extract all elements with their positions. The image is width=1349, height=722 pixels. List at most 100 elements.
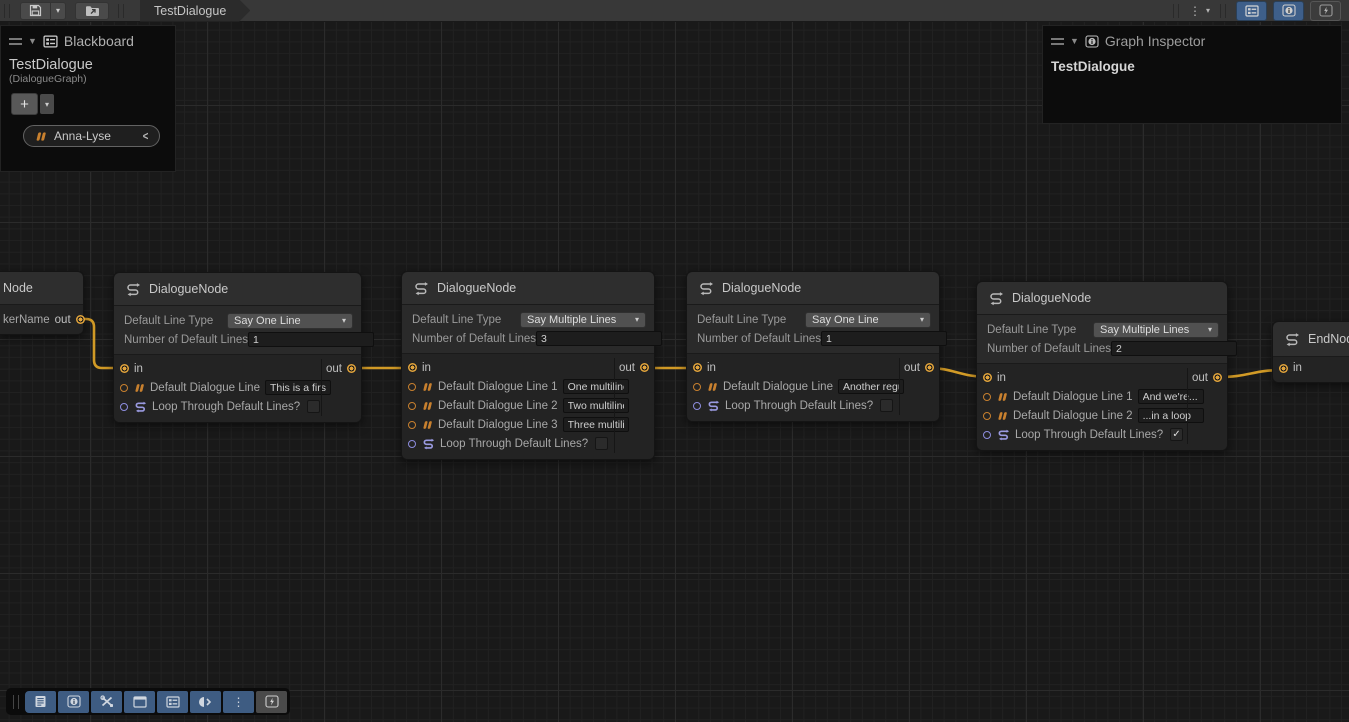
in-port[interactable] [1279, 364, 1288, 373]
dialogue-line-port[interactable] [120, 384, 128, 392]
number-of-default-lines-input[interactable] [248, 332, 374, 347]
toolbar-grip[interactable] [4, 4, 10, 18]
add-property-button[interactable]: + [11, 93, 38, 115]
loop-port[interactable] [120, 403, 128, 411]
panel-title: Blackboard [64, 33, 134, 49]
in-port[interactable] [983, 373, 992, 382]
blackboard-property-row[interactable]: Anna-Lyse < [23, 125, 160, 147]
dialogue-node-3[interactable]: DialogueNode Default Line Type Say One L… [686, 271, 940, 422]
loop-checkbox[interactable] [880, 399, 893, 412]
loop-port[interactable] [408, 440, 416, 448]
default-line-type-dropdown[interactable]: Say One Line ▾ [227, 313, 353, 329]
collapse-left-icon[interactable]: < [143, 129, 149, 143]
loop-checkbox[interactable] [307, 400, 320, 413]
tools-button[interactable] [91, 691, 122, 713]
out-port[interactable] [1213, 373, 1222, 382]
loop-checkbox[interactable]: ✓ [1170, 428, 1183, 441]
node-title-bar[interactable]: EndNode [1273, 322, 1349, 357]
kebab-icon: ⋮ [233, 696, 245, 708]
toolbar-grip[interactable] [13, 695, 19, 709]
dialogue-node-2[interactable]: DialogueNode Default Line Type Say Multi… [401, 271, 655, 460]
notes-button[interactable] [25, 691, 56, 713]
dialogue-line-port[interactable] [408, 421, 416, 429]
blackboard-icon [166, 696, 180, 708]
quote-icon [421, 420, 433, 430]
chevron-down-icon: ▾ [920, 315, 924, 324]
toggle-preview-button[interactable] [1310, 1, 1341, 21]
tools-icon [100, 695, 114, 708]
node-title-bar[interactable]: Node [0, 272, 83, 305]
port-label: Default Dialogue Line 2 [438, 400, 558, 412]
open-asset-button[interactable] [75, 2, 109, 20]
inspector-header[interactable]: ▼ Graph Inspector [1043, 26, 1341, 53]
preview-button[interactable] [190, 691, 221, 713]
speaker-node-partial[interactable]: Node kerName out [0, 271, 84, 335]
dialogue-node-1[interactable]: DialogueNode Default Line Type Say One L… [113, 272, 362, 423]
out-port[interactable] [347, 364, 356, 373]
quote-icon [421, 401, 433, 411]
inspector-button[interactable] [58, 691, 89, 713]
number-of-default-lines-input[interactable] [536, 331, 662, 346]
loop-port[interactable] [693, 402, 701, 410]
save-button[interactable] [20, 2, 50, 20]
blackboard-header[interactable]: ▼ Blackboard [1, 26, 175, 53]
toggle-inspector-button[interactable] [1273, 1, 1304, 21]
chevron-down-icon: ▾ [1208, 325, 1212, 334]
node-title-bar[interactable]: DialogueNode [687, 272, 939, 305]
out-label: out [1192, 372, 1208, 384]
out-port[interactable] [640, 363, 649, 372]
collapse-arrow-icon[interactable]: ▼ [1070, 36, 1079, 46]
collapse-arrow-icon[interactable]: ▼ [28, 36, 37, 46]
quote-icon [996, 411, 1008, 421]
out-label: out [619, 362, 635, 374]
number-of-default-lines-input[interactable] [821, 331, 947, 346]
spark-button[interactable] [256, 691, 287, 713]
in-port[interactable] [693, 363, 702, 372]
dialogue-line-port[interactable] [693, 383, 701, 391]
dialogue-line-port[interactable] [408, 383, 416, 391]
chevron-down-icon: ▾ [56, 6, 60, 15]
window-button[interactable] [124, 691, 155, 713]
default-line-type-dropdown[interactable]: Say One Line ▾ [805, 312, 931, 328]
default-line-type-dropdown[interactable]: Say Multiple Lines ▾ [1093, 322, 1219, 338]
node-title: DialogueNode [722, 281, 801, 295]
default-line-type-label: Default Line Type [412, 314, 501, 326]
dropdown-value: Say One Line [234, 315, 301, 327]
node-title-bar[interactable]: DialogueNode [114, 273, 361, 306]
loop-port[interactable] [983, 431, 991, 439]
info-icon [1282, 4, 1296, 17]
graph-type: (DialogueGraph) [1, 73, 175, 85]
out-port[interactable] [76, 315, 85, 324]
drag-handle-icon[interactable] [1051, 38, 1064, 45]
tab-testdialogue[interactable]: TestDialogue [140, 0, 250, 22]
graph-options-button[interactable]: ⋮ ▾ [1183, 5, 1216, 17]
blackboard-icon [1245, 5, 1259, 17]
out-port[interactable] [925, 363, 934, 372]
in-port[interactable] [120, 364, 129, 373]
dialogue-line-input[interactable] [838, 379, 904, 394]
save-dropdown-button[interactable]: ▾ [50, 2, 66, 20]
blackboard-button[interactable] [157, 691, 188, 713]
loop-checkbox[interactable] [595, 437, 608, 450]
default-line-type-label: Default Line Type [124, 315, 213, 327]
in-label: in [1293, 362, 1302, 374]
dialogue-node-4[interactable]: DialogueNode Default Line Type Say Multi… [976, 281, 1228, 451]
window-icon [133, 696, 147, 708]
default-line-type-dropdown[interactable]: Say Multiple Lines ▾ [520, 312, 646, 328]
dialogue-line-port[interactable] [408, 402, 416, 410]
dialogue-line-port[interactable] [983, 412, 991, 420]
drag-handle-icon[interactable] [9, 38, 22, 45]
more-options-button[interactable]: ⋮ [223, 691, 254, 713]
graph-name: TestDialogue [1, 53, 175, 73]
graph-name: TestDialogue [1043, 53, 1341, 80]
toggle-blackboard-button[interactable] [1236, 1, 1267, 21]
end-node[interactable]: EndNode in [1272, 321, 1349, 383]
dialogue-line-port[interactable] [983, 393, 991, 401]
panel-title: Graph Inspector [1105, 33, 1205, 49]
number-of-default-lines-input[interactable] [1111, 341, 1237, 356]
node-title-bar[interactable]: DialogueNode [402, 272, 654, 305]
add-property-dropdown[interactable]: ▾ [40, 94, 54, 114]
node-title-bar[interactable]: DialogueNode [977, 282, 1227, 315]
in-port[interactable] [408, 363, 417, 372]
floating-toolbar: ⋮ [6, 688, 290, 715]
